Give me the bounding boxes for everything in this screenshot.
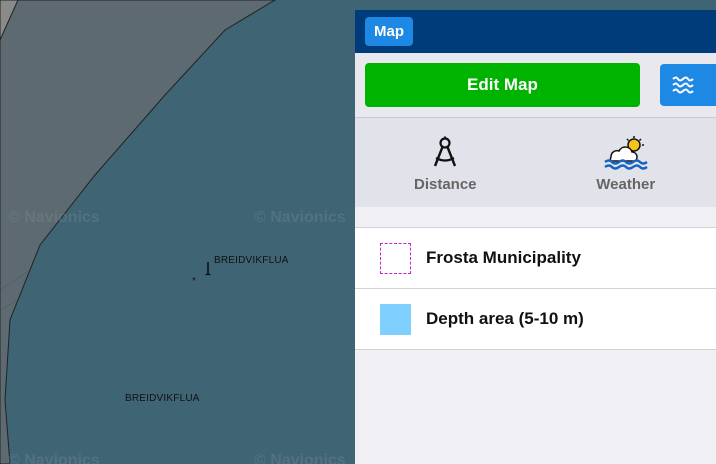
weather-sun-cloud-waves-icon	[604, 136, 648, 170]
weather-label: Weather	[596, 176, 656, 193]
beacon-icon[interactable]	[205, 262, 211, 276]
layers-button[interactable]	[659, 64, 716, 106]
map-side-panel: Map Edit Map Distance Weather Frosta Mun…	[355, 10, 716, 464]
legend-label: Depth area (5-10 m)	[426, 309, 584, 328]
watermark: © Navionics	[8, 209, 100, 226]
legend-label: Frosta Municipality	[426, 248, 581, 267]
section-divider	[355, 207, 716, 228]
depth-area-swatch	[380, 303, 411, 335]
map-place-label: BREIDVIKFLUA	[214, 255, 289, 266]
waves-icon	[672, 76, 694, 94]
map-place-label: BREIDVIKFLUA	[125, 393, 200, 404]
watermark: © Navionics	[254, 452, 346, 464]
distance-tool[interactable]: Distance	[355, 118, 536, 193]
watermark: © Navionics	[8, 452, 100, 464]
tools-row: Distance Weather	[355, 118, 716, 207]
distance-label: Distance	[413, 176, 477, 193]
tab-map[interactable]: Map	[365, 17, 413, 46]
panel-toolbar: Edit Map	[355, 53, 716, 118]
edit-map-button[interactable]: Edit Map	[365, 63, 640, 107]
rock-marker-icon: *	[192, 276, 196, 287]
panel-empty-space	[355, 350, 716, 464]
compass-icon	[434, 136, 457, 167]
weather-tool[interactable]: Weather	[536, 118, 716, 193]
legend-item-frosta-municipality[interactable]: Frosta Municipality	[355, 228, 716, 289]
municipality-boundary-swatch	[380, 242, 411, 274]
legend-item-depth-area[interactable]: Depth area (5-10 m)	[355, 289, 716, 350]
watermark: © Navionics	[254, 209, 346, 226]
panel-header: Map	[355, 10, 716, 53]
